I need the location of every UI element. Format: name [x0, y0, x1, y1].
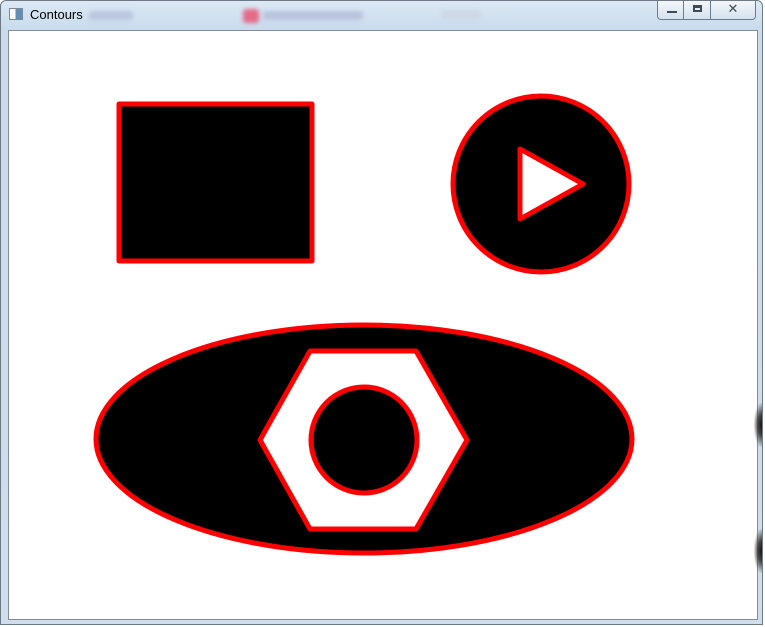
minimize-icon: [667, 11, 677, 13]
background-edge-artifact: [754, 529, 762, 573]
image-canvas: [8, 30, 758, 620]
app-window-icon[interactable]: [9, 8, 23, 20]
close-icon: ✕: [727, 2, 739, 17]
background-taskbar-item: [441, 10, 481, 19]
background-taskbar-item: [89, 11, 133, 20]
window-controls: ✕: [657, 1, 756, 20]
minimize-button[interactable]: [657, 1, 684, 20]
background-taskbar-item: [263, 11, 363, 20]
maximize-button[interactable]: [684, 1, 711, 20]
contours-image: [9, 31, 757, 619]
maximize-icon: [693, 5, 702, 12]
close-button[interactable]: ✕: [711, 1, 756, 20]
rectangle-contour: [116, 101, 315, 264]
contours-window: Contours ✕: [0, 0, 763, 625]
title-bar[interactable]: Contours ✕: [1, 1, 762, 29]
inner-circle-contour: [308, 384, 420, 496]
background-app-icon: [243, 9, 259, 23]
background-edge-artifact: [754, 403, 762, 447]
window-title: Contours: [30, 7, 83, 22]
